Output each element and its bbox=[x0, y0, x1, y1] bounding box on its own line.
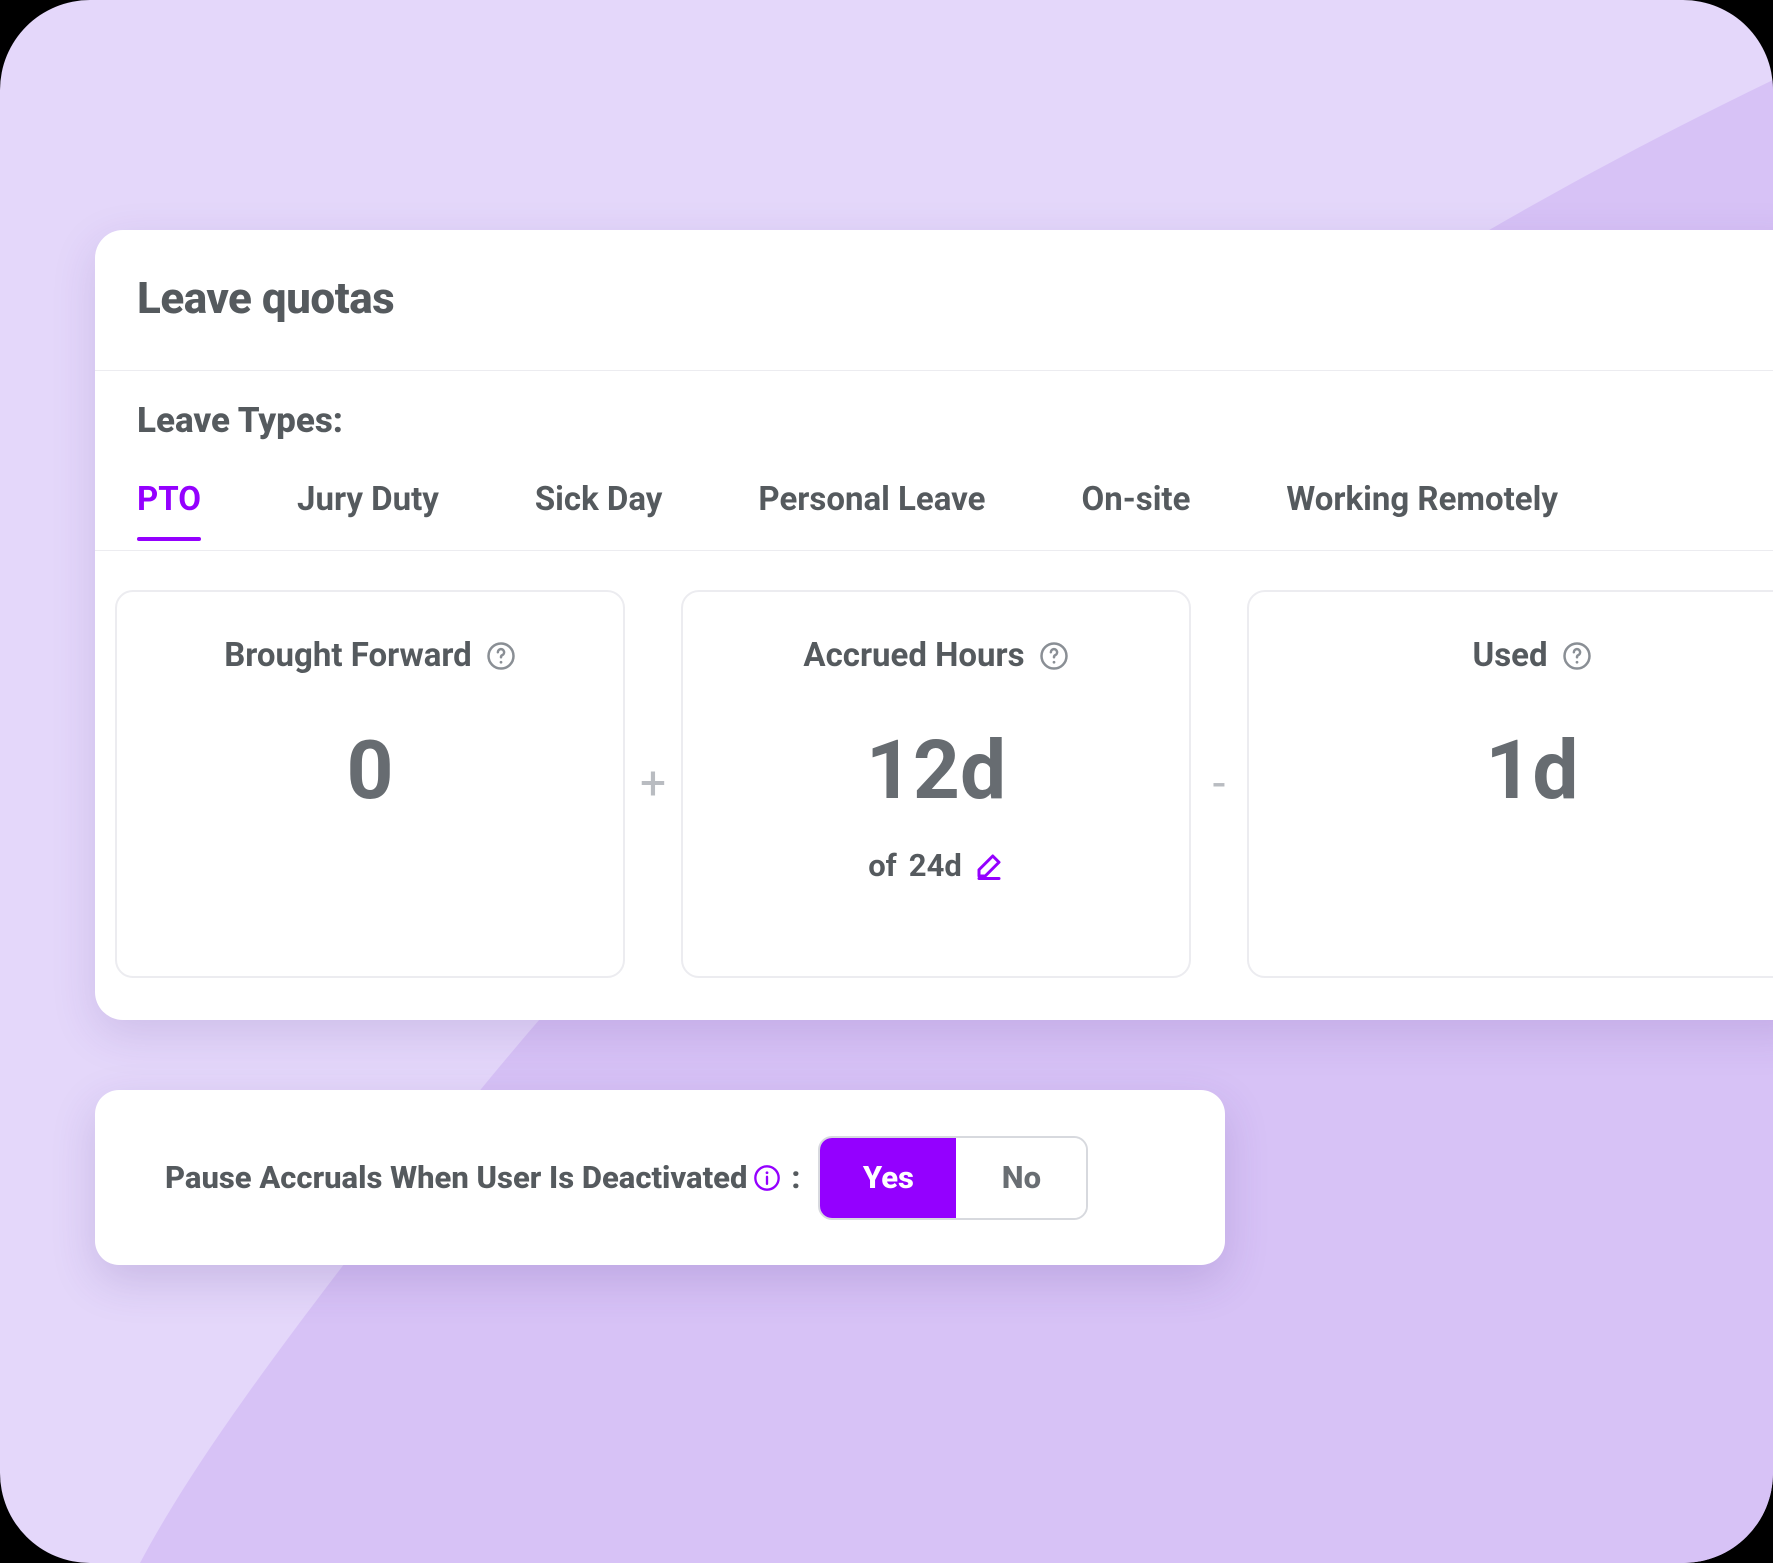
help-icon[interactable] bbox=[1562, 641, 1592, 671]
stat-used-label: Used bbox=[1472, 636, 1547, 675]
stat-accrued-hours: Accrued Hours 12d of 24d bbox=[681, 590, 1191, 978]
info-icon[interactable] bbox=[753, 1164, 781, 1192]
leave-quotas-title: Leave quotas bbox=[137, 272, 394, 324]
stat-accrued-sub-value: 24d bbox=[909, 847, 962, 884]
tab-pto[interactable]: PTO bbox=[137, 480, 201, 541]
stat-used-value: 1d bbox=[1485, 723, 1578, 819]
pause-toggle-yes[interactable]: Yes bbox=[820, 1138, 956, 1218]
stat-accrued-sub-prefix: of bbox=[868, 847, 897, 884]
operator-minus: - bbox=[1191, 757, 1247, 811]
tab-on-site[interactable]: On-site bbox=[1081, 480, 1190, 541]
divider bbox=[95, 370, 1773, 371]
leave-types-label: Leave Types: bbox=[137, 400, 343, 441]
tab-jury-duty[interactable]: Jury Duty bbox=[297, 480, 439, 541]
stat-accrued-label: Accrued Hours bbox=[803, 636, 1024, 675]
pause-accruals-card: Pause Accruals When User Is Deactivated … bbox=[95, 1090, 1225, 1265]
help-icon[interactable] bbox=[486, 641, 516, 671]
stat-brought-forward: Brought Forward 0 bbox=[115, 590, 625, 978]
tab-sick-day[interactable]: Sick Day bbox=[535, 480, 663, 541]
pause-toggle: Yes No bbox=[818, 1136, 1088, 1220]
help-icon[interactable] bbox=[1039, 641, 1069, 671]
operator-plus: + bbox=[625, 757, 681, 811]
tab-personal-leave[interactable]: Personal Leave bbox=[758, 480, 985, 541]
pause-accruals-label: Pause Accruals When User Is Deactivated bbox=[165, 1159, 747, 1196]
leave-quotas-card: Leave quotas Leave Types: PTO Jury Duty … bbox=[95, 230, 1773, 1020]
stats-row: Brought Forward 0 + bbox=[115, 590, 1773, 978]
tab-working-remotely[interactable]: Working Remotely bbox=[1286, 480, 1558, 541]
stat-brought-forward-label: Brought Forward bbox=[224, 636, 471, 675]
pause-toggle-no[interactable]: No bbox=[956, 1138, 1086, 1218]
stat-brought-forward-value: 0 bbox=[346, 723, 393, 819]
stat-accrued-value: 12d bbox=[866, 723, 1006, 819]
background-panel: Leave quotas Leave Types: PTO Jury Duty … bbox=[0, 0, 1773, 1563]
edit-icon[interactable] bbox=[974, 851, 1004, 881]
leave-type-tabs: PTO Jury Duty Sick Day Personal Leave On… bbox=[137, 480, 1558, 541]
colon: : bbox=[791, 1159, 800, 1196]
tab-underline bbox=[95, 550, 1773, 551]
stat-used: Used 1d bbox=[1247, 590, 1773, 978]
